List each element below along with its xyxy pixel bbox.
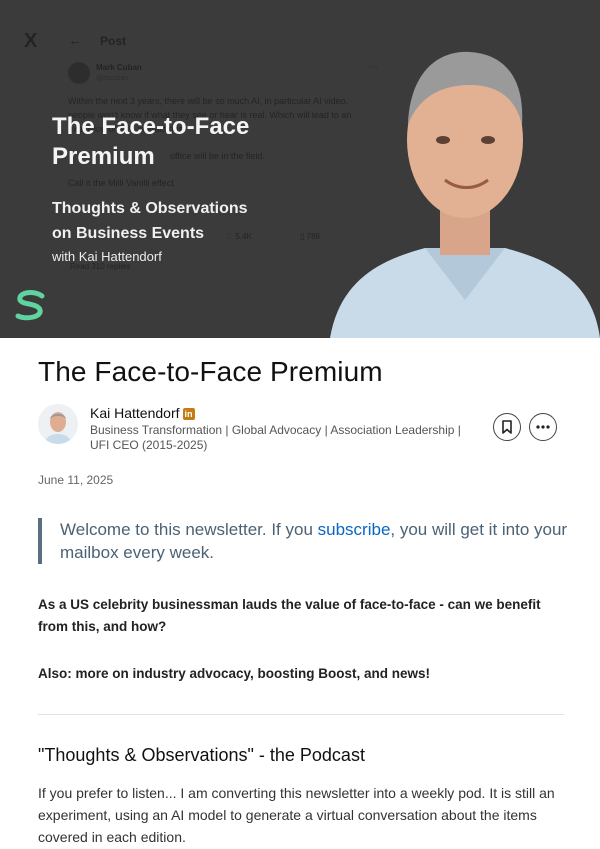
tweet-line: Within the next 3 years, there will be s… (68, 96, 349, 106)
tweet-line: Call it the Milli Vanilli effect (68, 178, 174, 188)
hero-subtitle: Thoughts & Observations on Business Even… (52, 196, 248, 246)
hero-subtitle-line: on Business Events (52, 225, 205, 242)
subscribe-link[interactable]: subscribe (318, 520, 391, 539)
tweet-bookmarks: ▯ 786 (300, 232, 320, 241)
podcast-heading: "Thoughts & Observations" - the Podcast (38, 745, 365, 765)
author-name-row[interactable]: Kai Hattendorf in (90, 405, 195, 421)
hero-subtitle-line: Thoughts & Observations (52, 200, 248, 217)
author-headline: Business Transformation | Global Advocac… (90, 423, 461, 452)
tweet-avatar (68, 62, 90, 84)
author-name[interactable]: Kai Hattendorf (90, 405, 180, 421)
more-icon (536, 425, 550, 429)
welcome-callout: Welcome to this newsletter. If you subsc… (38, 518, 570, 564)
intro-paragraph: As a US celebrity businessman lauds the … (38, 597, 541, 634)
back-arrow-icon: ← (68, 32, 82, 48)
more-options-button[interactable] (529, 413, 557, 441)
welcome-text-before: Welcome to this newsletter. If you (60, 520, 318, 539)
linkedin-premium-badge-icon: in (182, 408, 195, 420)
x-logo-icon: X (24, 30, 38, 52)
tweet-bookmarks-count: 786 (306, 232, 320, 241)
tweet-post-label: Post (100, 34, 127, 48)
section-divider (38, 714, 564, 715)
hero-title: The Face-to-Face Premium (52, 113, 250, 170)
article-title: The Face-to-Face Premium (38, 356, 383, 387)
save-article-button[interactable] (493, 413, 521, 441)
tweet-author-name: Mark Cuban (96, 63, 142, 72)
publish-date: June 11, 2025 (38, 473, 114, 487)
author-avatar[interactable] (38, 404, 78, 444)
author-portrait (330, 51, 600, 338)
hero-banner: X ← Post Mark Cuban @mcuban ⋯ Within the… (0, 0, 600, 338)
podcast-paragraph: If you prefer to listen... I am converti… (38, 785, 555, 845)
brand-logo-icon (15, 290, 45, 321)
also-paragraph: Also: more on industry advocacy, boostin… (38, 666, 431, 681)
tweet-author-handle: @mcuban (96, 75, 129, 82)
bookmark-icon (502, 420, 512, 434)
hero-with-author: with Kai Hattendorf (52, 249, 162, 264)
